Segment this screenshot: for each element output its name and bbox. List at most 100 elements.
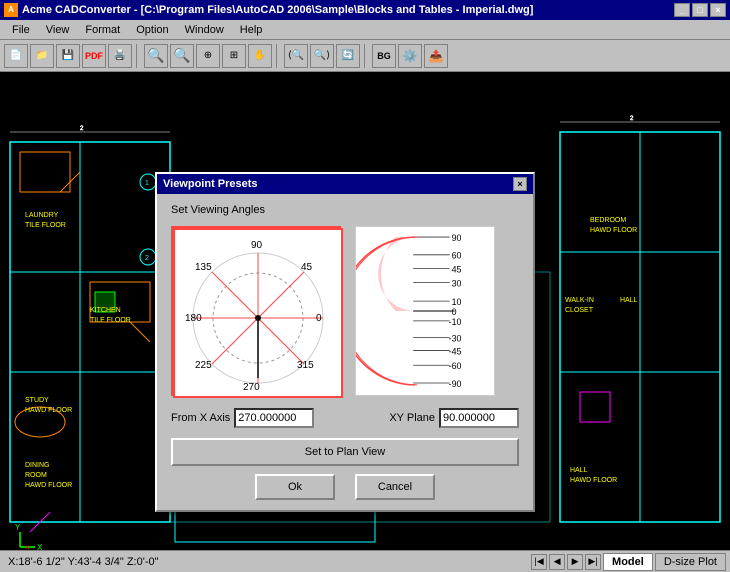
svg-text:ROOM: ROOM (25, 472, 47, 479)
toolbar-pdf[interactable]: PDF (82, 44, 106, 68)
menu-option[interactable]: Option (128, 22, 176, 38)
toolbar-zoom-prev[interactable]: ⟨🔍 (284, 44, 308, 68)
toolbar-save[interactable]: 💾 (56, 44, 80, 68)
ok-button[interactable]: Ok (255, 474, 335, 500)
main-area: LAUNDRY TILE FLOOR KITCHEN TILE FLOOR ST… (0, 72, 730, 562)
compass-svg: 90 45 0 315 270 225 180 135 (173, 228, 343, 398)
xy-plane-label: XY Plane (389, 412, 435, 424)
toolbar-zoom-out[interactable]: 🔍 (170, 44, 194, 68)
toolbar-settings[interactable]: ⚙️ (398, 44, 422, 68)
nav-next-button[interactable]: ▶ (567, 554, 583, 570)
nav-prev-button[interactable]: ◀ (549, 554, 565, 570)
toolbar-open[interactable]: 📁 (30, 44, 54, 68)
svg-text:-90: -90 (449, 379, 462, 389)
dsize-plot-tab[interactable]: D-size Plot (655, 553, 726, 571)
title-bar: A Acme CADConverter - [C:\Program Files\… (0, 0, 730, 20)
from-x-axis-input[interactable] (234, 408, 314, 428)
svg-text:0: 0 (452, 307, 457, 317)
svg-text:90: 90 (452, 233, 462, 243)
arc-svg: 90 60 45 30 10 0 -10 -30 -45 -60 -90 (356, 226, 494, 396)
svg-text:LAUNDRY: LAUNDRY (25, 212, 59, 219)
dialog-buttons: Ok Cancel (171, 474, 519, 500)
svg-text:135: 135 (195, 262, 212, 273)
toolbar-zoom-realtime[interactable]: 🔄 (336, 44, 360, 68)
svg-text:60: 60 (452, 251, 462, 261)
svg-text:10: 10 (452, 297, 462, 307)
compass-dial[interactable]: 90 45 0 315 270 225 180 135 (171, 226, 341, 396)
svg-text:-45: -45 (449, 346, 462, 356)
toolbar-zoom-window[interactable]: ⊞ (222, 44, 246, 68)
elevation-arc[interactable]: 90 60 45 30 10 0 -10 -30 -45 -60 -90 (355, 226, 495, 396)
svg-text:1: 1 (145, 180, 149, 187)
menu-window[interactable]: Window (177, 22, 232, 38)
menu-format[interactable]: Format (77, 22, 128, 38)
window-title: Acme CADConverter - [C:\Program Files\Au… (22, 4, 533, 16)
diagrams-row: 90 45 0 315 270 225 180 135 (171, 226, 519, 396)
dialog-subtitle: Set Viewing Angles (171, 204, 519, 216)
svg-text:HAWD FLOOR: HAWD FLOOR (25, 407, 72, 414)
svg-text:-10: -10 (449, 317, 462, 327)
close-button[interactable]: × (710, 3, 726, 17)
dialog-title-bar: Viewpoint Presets × (157, 174, 533, 194)
svg-text:180: 180 (185, 313, 202, 324)
svg-text:HALL: HALL (620, 297, 638, 304)
svg-text:Y: Y (15, 523, 21, 532)
svg-text:HAWD FLOOR: HAWD FLOOR (570, 477, 617, 484)
toolbar-sep2 (276, 44, 280, 68)
status-nav: |◀ ◀ ▶ ▶| Model D-size Plot (531, 553, 730, 571)
dialog-body: Set Viewing Angles (157, 194, 533, 510)
svg-text:90: 90 (251, 240, 263, 251)
svg-text:KITCHEN: KITCHEN (90, 307, 121, 314)
title-bar-left: A Acme CADConverter - [C:\Program Files\… (4, 3, 533, 17)
toolbar-new[interactable]: 📄 (4, 44, 28, 68)
svg-text:-60: -60 (449, 361, 462, 371)
status-bar: X:18'-6 1/2" Y:43'-4 3/4" Z:0'-0" |◀ ◀ ▶… (0, 550, 730, 572)
cancel-button[interactable]: Cancel (355, 474, 435, 500)
menu-view[interactable]: View (38, 22, 78, 38)
toolbar-sep3 (364, 44, 368, 68)
set-plan-view-button[interactable]: Set to Plan View (171, 438, 519, 466)
toolbar-zoom-in[interactable]: 🔍 (144, 44, 168, 68)
toolbar-bg[interactable]: BG (372, 44, 396, 68)
minimize-button[interactable]: _ (674, 3, 690, 17)
svg-text:45: 45 (452, 265, 462, 275)
status-coordinates: X:18'-6 1/2" Y:43'-4 3/4" Z:0'-0" (0, 556, 531, 568)
svg-text:STUDY: STUDY (25, 397, 49, 404)
nav-first-button[interactable]: |◀ (531, 554, 547, 570)
svg-text:BEDROOM: BEDROOM (590, 217, 626, 224)
toolbar: 📄 📁 💾 PDF 🖨️ 🔍 🔍 ⊕ ⊞ ✋ ⟨🔍 🔍⟩ 🔄 BG ⚙️ 📤 (0, 40, 730, 72)
menu-help[interactable]: Help (232, 22, 271, 38)
model-tab[interactable]: Model (603, 553, 653, 571)
svg-text:30: 30 (452, 278, 462, 288)
from-x-axis-group: From X Axis (171, 408, 314, 428)
inputs-row: From X Axis XY Plane (171, 408, 519, 428)
dialog-close-button[interactable]: × (513, 177, 527, 191)
svg-text:270: 270 (243, 382, 260, 393)
toolbar-zoom-fit[interactable]: ⊕ (196, 44, 220, 68)
toolbar-sep1 (136, 44, 140, 68)
menu-file[interactable]: File (4, 22, 38, 38)
svg-text:0: 0 (316, 313, 322, 324)
svg-text:TILE FLOOR: TILE FLOOR (90, 317, 131, 324)
xy-plane-group: XY Plane (389, 408, 519, 428)
toolbar-pan[interactable]: ✋ (248, 44, 272, 68)
maximize-button[interactable]: □ (692, 3, 708, 17)
toolbar-export[interactable]: 📤 (424, 44, 448, 68)
menu-bar: File View Format Option Window Help (0, 20, 730, 40)
toolbar-print[interactable]: 🖨️ (108, 44, 132, 68)
svg-text:2: 2 (145, 255, 149, 262)
svg-text:HALL: HALL (570, 467, 588, 474)
svg-text:225: 225 (195, 360, 212, 371)
svg-text:DINING: DINING (25, 462, 50, 469)
svg-text:HAWD FLOOR: HAWD FLOOR (590, 227, 637, 234)
svg-text:HAWD FLOOR: HAWD FLOOR (25, 482, 72, 489)
dialog-title-text: Viewpoint Presets (163, 178, 258, 190)
toolbar-zoom-next[interactable]: 🔍⟩ (310, 44, 334, 68)
nav-last-button[interactable]: ▶| (585, 554, 601, 570)
xy-plane-input[interactable] (439, 408, 519, 428)
viewpoint-dialog: Viewpoint Presets × Set Viewing Angles (155, 172, 535, 512)
from-x-axis-label: From X Axis (171, 412, 230, 424)
app-icon: A (4, 3, 18, 17)
svg-text:45: 45 (301, 262, 313, 273)
svg-text:WALK-IN: WALK-IN (565, 297, 594, 304)
